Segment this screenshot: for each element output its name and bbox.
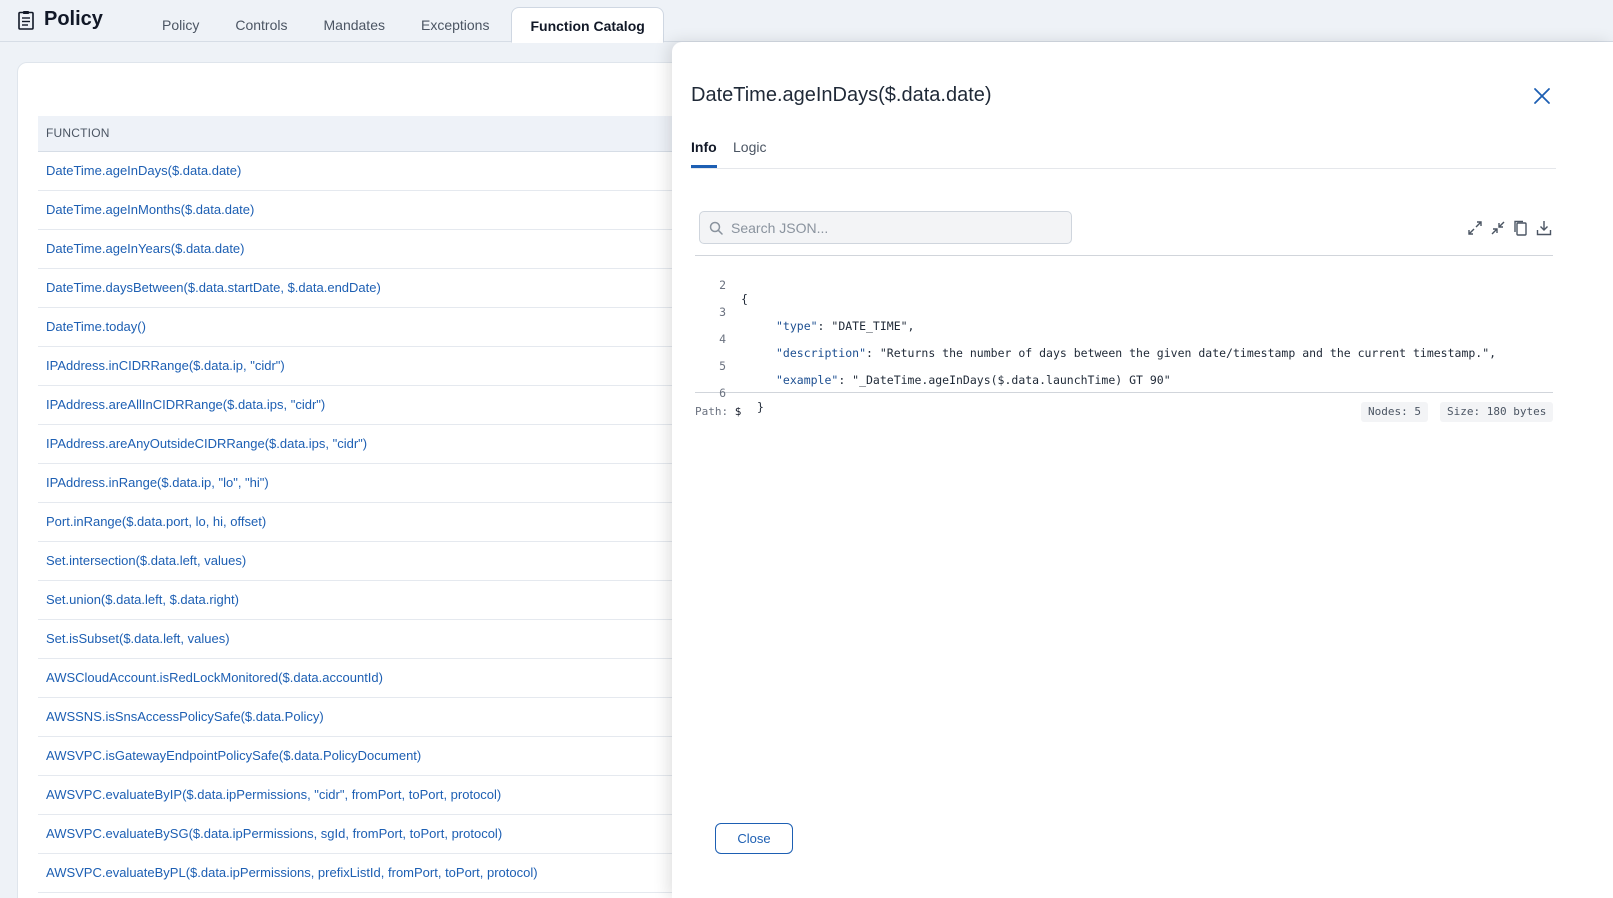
json-viewer: 2 { 3 "type": "DATE_TIME", 4 "descriptio… [695, 255, 1553, 414]
table-row[interactable]: Set.intersection($.data.left, values) [38, 542, 738, 581]
drawer-tabs: Info Logic [691, 137, 1556, 169]
collapse-icon[interactable] [1489, 219, 1507, 237]
json-status-bar: Path: $ Nodes: 5 Size: 180 bytes [695, 402, 1554, 424]
active-tab-indicator [691, 165, 717, 168]
expand-icon[interactable] [1466, 219, 1484, 237]
path-value: $ [734, 405, 742, 418]
function-catalog-card: FUNCTION DateTime.ageInDays($.data.date)… [17, 62, 738, 898]
json-search [699, 211, 1072, 244]
json-line: 5 "example": "_DateTime.ageInDays($.data… [695, 345, 1553, 387]
function-detail-drawer: DateTime.ageInDays($.data.date) Info Log… [672, 42, 1613, 898]
clipboard-icon [18, 11, 34, 30]
table-row[interactable]: Set.isSubset($.data.left, values) [38, 620, 738, 659]
table-row[interactable]: AWSVPC.isGatewayEndpointPolicySafe($.dat… [38, 737, 738, 776]
search-input[interactable] [731, 216, 1061, 240]
table-row[interactable]: DateTime.today() [38, 308, 738, 347]
line-number: 6 [719, 386, 726, 400]
table-row[interactable]: IPAddress.inCIDRRange($.data.ip, "cidr") [38, 347, 738, 386]
json-line: 3 "type": "DATE_TIME", [695, 291, 1553, 333]
tab-function-catalog[interactable]: Function Catalog [511, 7, 664, 43]
tab-exceptions[interactable]: Exceptions [403, 7, 507, 42]
json-line: 6 } [695, 372, 1553, 414]
top-bar: Policy Policy Controls Mandates Exceptio… [0, 0, 1613, 43]
line-number: 4 [719, 332, 726, 346]
tab-policy[interactable]: Policy [144, 7, 217, 42]
table-row[interactable]: IPAddress.areAllInCIDRRange($.data.ips, … [38, 386, 738, 425]
line-number: 3 [719, 305, 726, 319]
table-row[interactable]: AWSVPC.evaluateBySG($.data.ipPermissions… [38, 815, 738, 854]
column-header-function[interactable]: FUNCTION [38, 116, 738, 152]
nodes-badge: Nodes: 5 [1361, 402, 1428, 422]
close-icon[interactable] [1530, 84, 1554, 108]
app-title: Policy [44, 8, 103, 30]
tab-info[interactable]: Info [691, 139, 717, 155]
json-line: 4 "description": "Returns the number of … [695, 318, 1553, 360]
function-table-body: DateTime.ageInDays($.data.date) DateTime… [38, 152, 738, 893]
table-row[interactable]: DateTime.ageInDays($.data.date) [38, 152, 738, 191]
drawer-title: DateTime.ageInDays($.data.date) [691, 84, 992, 106]
main-tabs: Policy Controls Mandates Exceptions Func… [144, 7, 664, 43]
tab-logic[interactable]: Logic [733, 139, 766, 155]
table-row[interactable]: IPAddress.areAnyOutsideCIDRRange($.data.… [38, 425, 738, 464]
tab-mandates[interactable]: Mandates [306, 7, 403, 42]
table-row[interactable]: Set.union($.data.left, $.data.right) [38, 581, 738, 620]
table-row[interactable]: AWSVPC.evaluateByIP($.data.ipPermissions… [38, 776, 738, 815]
size-badge: Size: 180 bytes [1440, 402, 1554, 422]
tab-controls[interactable]: Controls [217, 7, 305, 42]
line-number: 5 [719, 359, 726, 373]
table-row[interactable]: DateTime.daysBetween($.data.startDate, $… [38, 269, 738, 308]
json-line: 2 { [695, 264, 1553, 306]
table-row[interactable]: Port.inRange($.data.port, lo, hi, offset… [38, 503, 738, 542]
table-row[interactable]: AWSCloudAccount.isRedLockMonitored($.dat… [38, 659, 738, 698]
download-icon[interactable] [1535, 219, 1553, 237]
search-icon [709, 221, 723, 235]
copy-icon[interactable] [1512, 219, 1530, 237]
table-row[interactable]: IPAddress.inRange($.data.ip, "lo", "hi") [38, 464, 738, 503]
close-button[interactable]: Close [715, 823, 793, 854]
table-row[interactable]: DateTime.ageInYears($.data.date) [38, 230, 738, 269]
table-row[interactable]: AWSVPC.evaluateByPL($.data.ipPermissions… [38, 854, 738, 893]
table-row[interactable]: DateTime.ageInMonths($.data.date) [38, 191, 738, 230]
path-display: Path: $ [695, 405, 741, 418]
path-label: Path: [695, 405, 729, 418]
line-number: 2 [719, 278, 726, 292]
table-row[interactable]: AWSSNS.isSnsAccessPolicySafe($.data.Poli… [38, 698, 738, 737]
